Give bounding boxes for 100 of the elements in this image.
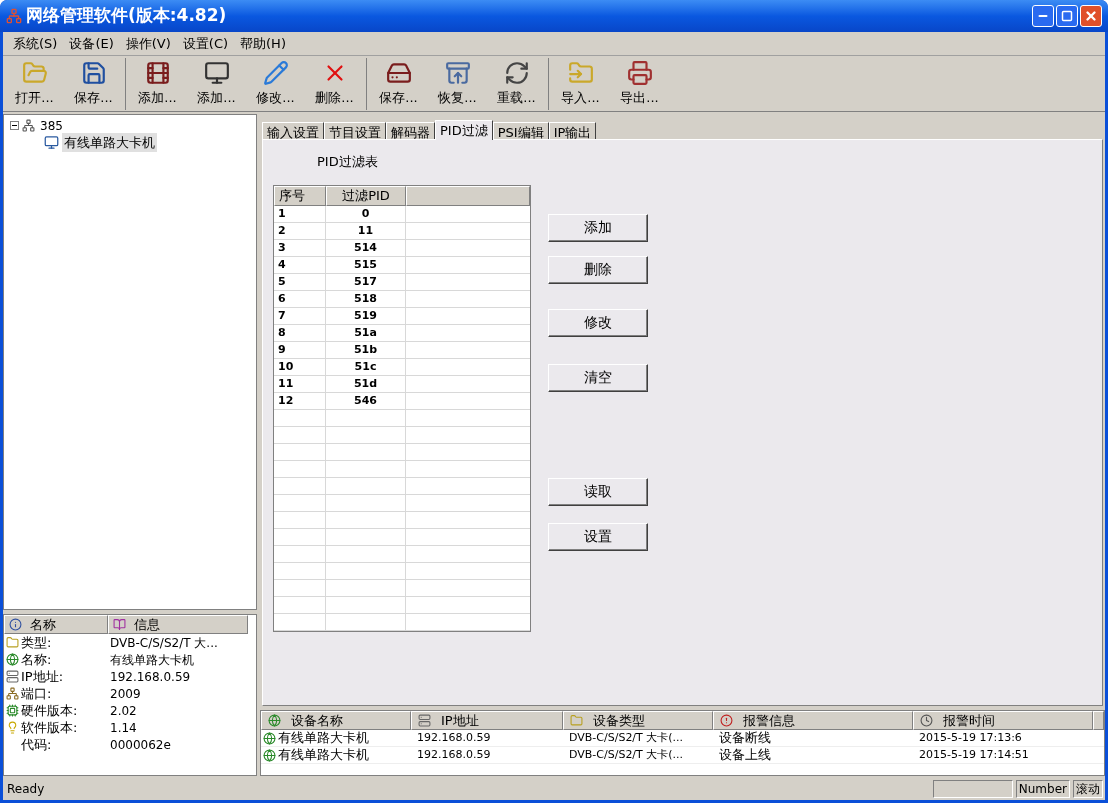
action-button[interactable]: 读取 [548, 477, 648, 506]
table-cell: 518 [326, 290, 406, 307]
column-header[interactable] [1093, 711, 1104, 730]
column-header[interactable]: 设备名称 [261, 711, 411, 730]
action-button[interactable]: 添加 [548, 213, 648, 242]
table-cell: 7 [274, 307, 326, 324]
column-header[interactable]: 报警时间 [913, 711, 1093, 730]
action-button[interactable]: 修改 [548, 308, 648, 337]
info-label: 软件版本: [21, 718, 78, 737]
table-cell: 51d [326, 375, 406, 392]
toolbar-button[interactable]: 添加... [187, 57, 246, 110]
action-button[interactable]: 设置 [548, 522, 648, 551]
globe-icon [6, 653, 19, 666]
header-label: 设备类型 [593, 711, 645, 730]
tab[interactable]: 输入设置 [262, 122, 324, 140]
menu-item[interactable]: 设置(C) [176, 33, 235, 54]
table-cell: 51a [326, 324, 406, 341]
info-label: IP地址: [21, 667, 64, 686]
menu-item[interactable]: 设备(E) [63, 33, 120, 54]
folder-open-icon [21, 59, 48, 86]
tab[interactable]: PID过滤 [435, 120, 493, 140]
table-cell-text: 有线单路大卡机 [278, 729, 369, 748]
pencil-icon [262, 59, 289, 86]
column-header[interactable] [406, 185, 530, 206]
column-header[interactable]: 序号 [274, 185, 326, 206]
info-value: 2009 [110, 685, 141, 703]
info-label: 硬件版本: [21, 701, 78, 720]
minimize-button[interactable] [1032, 5, 1054, 27]
server-icon [418, 714, 431, 727]
server-icon [6, 670, 19, 683]
toolbar-button[interactable]: 删除... [305, 57, 364, 110]
table-cell: 1 [274, 205, 326, 222]
info-label: 名称: [21, 650, 52, 669]
header-label: 信息 [134, 615, 160, 634]
alert-icon [720, 714, 733, 727]
info-value: 0000062e [110, 736, 171, 754]
table-cell: 11 [274, 375, 326, 392]
globe-icon [263, 731, 276, 745]
table-cell: 3 [274, 239, 326, 256]
info-value: 1.14 [110, 719, 137, 737]
tab[interactable]: IP输出 [548, 122, 597, 140]
table-cell: 9 [274, 341, 326, 358]
info-label: 类型: [21, 633, 52, 652]
table-cell-text: 192.168.0.59 [417, 729, 491, 746]
table-cell: 4 [274, 256, 326, 273]
info-label: 代码: [21, 735, 52, 754]
folder-icon [570, 714, 583, 727]
close-button[interactable] [1080, 5, 1102, 27]
toolbar-button[interactable]: 恢复... [428, 57, 487, 110]
column-header[interactable]: 名称 [4, 615, 108, 634]
table-cell: 515 [326, 256, 406, 273]
tab[interactable]: 解码器 [386, 122, 435, 140]
toolbar-button[interactable]: 重载... [487, 57, 546, 110]
app-icon [6, 8, 22, 24]
table-cell: 10 [274, 358, 326, 375]
toolbar-button[interactable]: 添加... [128, 57, 187, 110]
maximize-icon [1061, 10, 1073, 22]
tab[interactable]: 节目设置 [324, 122, 386, 140]
table-cell: 12 [274, 392, 326, 409]
column-header[interactable]: 信息 [108, 615, 248, 634]
table-cell-text: 2015-5-19 17:13:6 [919, 729, 1022, 746]
network-icon [22, 119, 35, 132]
printer-icon [626, 59, 653, 86]
toolbar-button[interactable]: 导入... [551, 57, 610, 110]
status-pane: Number [1015, 780, 1070, 798]
table-cell-text: 设备断线 [719, 729, 771, 748]
table-cell: 51c [326, 358, 406, 375]
maximize-button[interactable] [1056, 5, 1078, 27]
archive-icon [444, 59, 471, 86]
network-icon [6, 687, 19, 700]
header-label: IP地址 [441, 711, 479, 730]
tree-item[interactable]: 385 [38, 116, 65, 135]
status-message: Ready [6, 781, 46, 798]
globe-icon [268, 714, 281, 727]
toolbar-button[interactable]: 打开... [5, 57, 64, 110]
table-cell: 546 [326, 392, 406, 409]
action-button[interactable]: 删除 [548, 255, 648, 284]
action-button[interactable]: 清空 [548, 363, 648, 392]
table-cell: 8 [274, 324, 326, 341]
collapse-toggle-icon[interactable] [10, 121, 19, 130]
tree-item[interactable]: 有线单路大卡机 [62, 132, 157, 153]
column-header[interactable]: 过滤PID [326, 185, 406, 206]
menu-item[interactable]: 帮助(H) [234, 33, 292, 54]
toolbar-button[interactable]: 保存... [369, 57, 428, 110]
header-label: 名称 [30, 615, 56, 634]
toolbar-button[interactable]: 修改... [246, 57, 305, 110]
toolbar-button[interactable]: 保存... [64, 57, 123, 110]
refresh-icon [503, 59, 530, 86]
menu-item[interactable]: 系统(S) [7, 33, 64, 54]
column-header[interactable]: 报警信息 [713, 711, 913, 730]
table-cell: 6 [274, 290, 326, 307]
column-header[interactable]: IP地址 [411, 711, 563, 730]
menu-item[interactable]: 操作(V) [119, 33, 177, 54]
column-header[interactable]: 设备类型 [563, 711, 713, 730]
table-cell: 519 [326, 307, 406, 324]
toolbar-button[interactable]: 导出... [610, 57, 669, 110]
table-cell: 514 [326, 239, 406, 256]
info-value: 2.02 [110, 702, 137, 720]
tab[interactable]: PSI编辑 [492, 122, 549, 140]
table-cell: 51b [326, 341, 406, 358]
